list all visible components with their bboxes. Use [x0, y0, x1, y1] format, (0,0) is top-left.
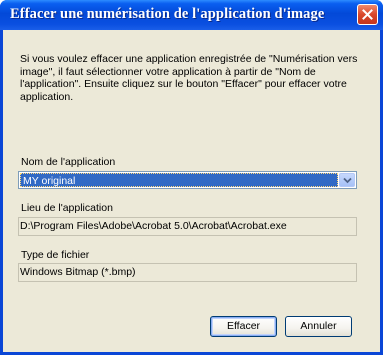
- dialog-body: Si vous voulez effacer une application e…: [3, 30, 380, 352]
- cancel-button[interactable]: Annuler: [285, 316, 352, 337]
- app-name-dropdown[interactable]: MY original: [18, 171, 357, 189]
- file-type-label: Type de fichier: [21, 249, 90, 261]
- dialog-window: Effacer une numérisation de l'applicatio…: [0, 0, 383, 355]
- close-button[interactable]: [357, 4, 378, 25]
- app-location-label: Lieu de l'application: [21, 202, 113, 214]
- app-name-label: Nom de l'application: [21, 156, 116, 168]
- chevron-down-icon: [343, 177, 352, 184]
- app-location-field: D:\Program Files\Adobe\Acrobat 5.0\Acrob…: [18, 217, 357, 236]
- instructions-text: Si vous voulez effacer une application e…: [20, 53, 358, 103]
- file-type-field: Windows Bitmap (*.bmp): [18, 263, 357, 282]
- title-bar[interactable]: Effacer une numérisation de l'applicatio…: [0, 0, 383, 30]
- app-name-selected-value[interactable]: MY original: [20, 173, 338, 187]
- window-title: Effacer une numérisation de l'applicatio…: [10, 6, 325, 22]
- dropdown-button[interactable]: [339, 173, 355, 187]
- close-icon: [362, 9, 373, 20]
- delete-button[interactable]: Effacer: [210, 316, 277, 337]
